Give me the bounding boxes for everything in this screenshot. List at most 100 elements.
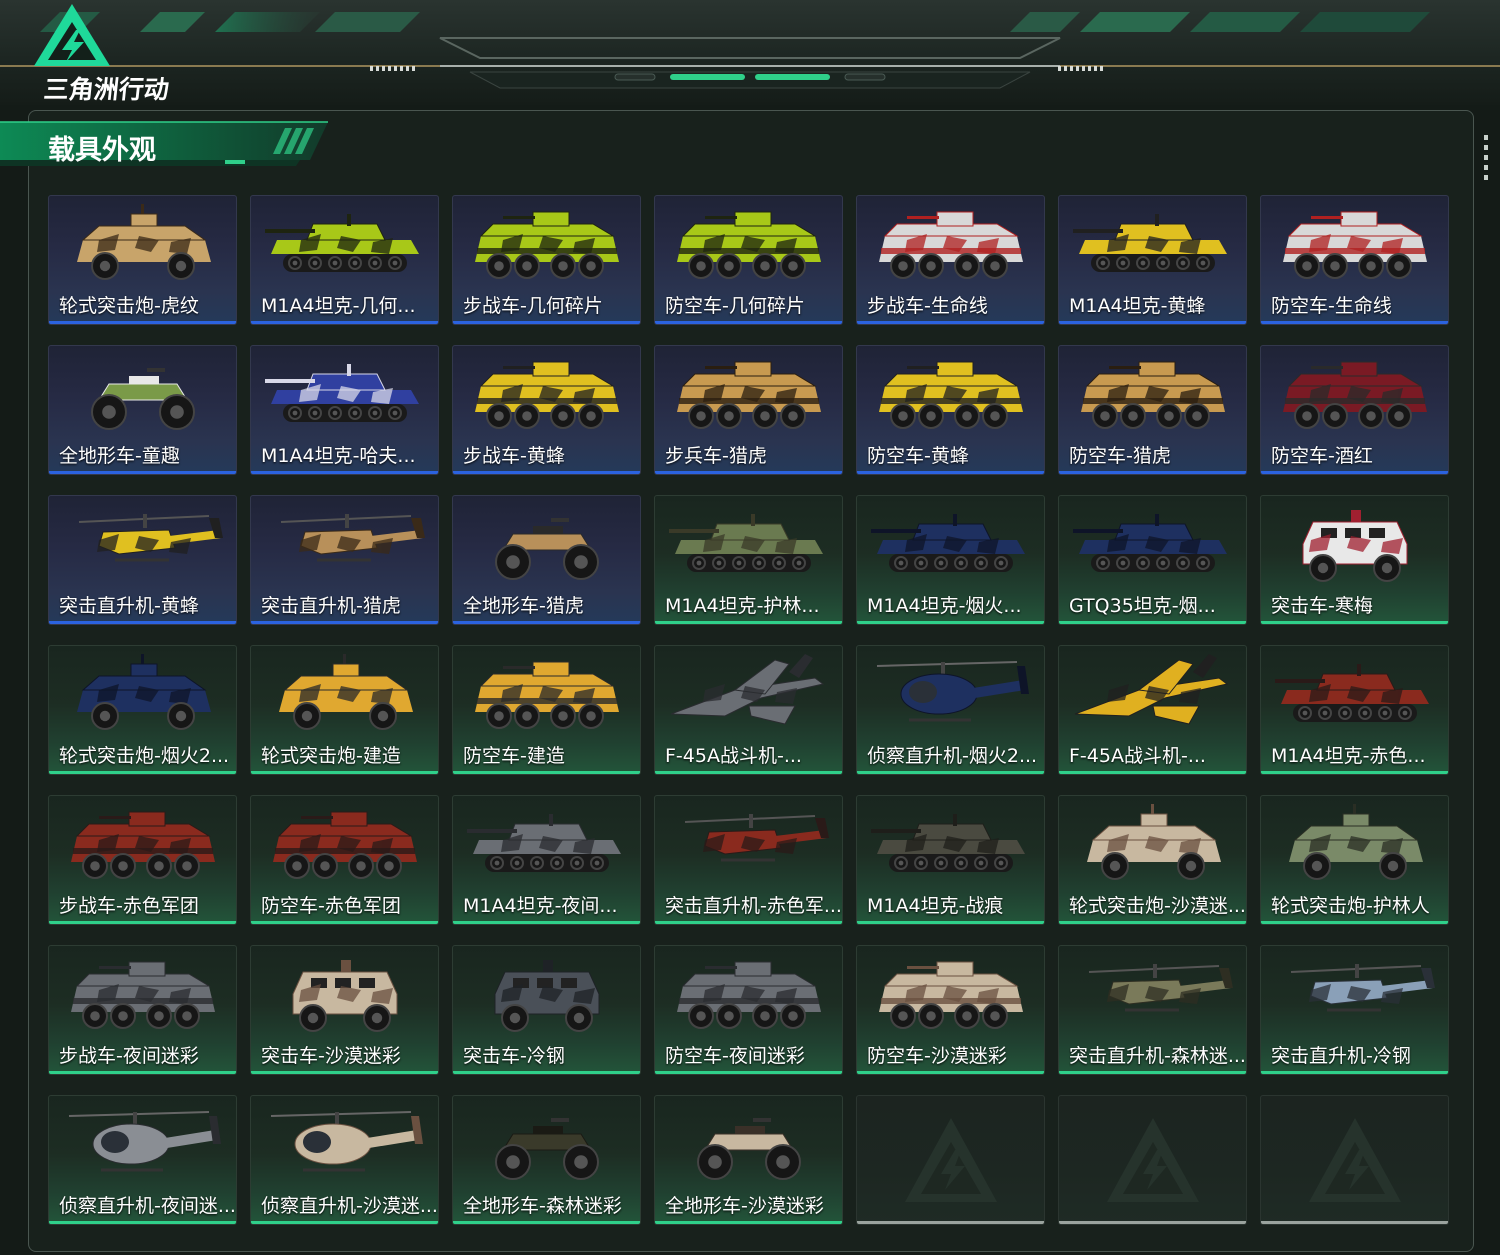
rarity-bar xyxy=(655,621,842,624)
rarity-bar xyxy=(49,471,236,474)
rarity-bar xyxy=(857,921,1044,924)
skin-card[interactable]: 突击车-冷钢 xyxy=(452,945,641,1075)
skin-card[interactable]: 步战车-生命线 xyxy=(856,195,1045,325)
rarity-bar xyxy=(453,1221,640,1224)
skin-card-label: 防空车-黄蜂 xyxy=(867,445,969,467)
skin-card[interactable]: 侦察直升机-烟火2... xyxy=(856,645,1045,775)
apc-icon xyxy=(475,361,619,429)
skin-card-label: 防空车-夜间迷彩 xyxy=(665,1045,805,1067)
rarity-bar xyxy=(251,921,438,924)
skin-card-label: 全地形车-童趣 xyxy=(59,445,180,467)
skin-card[interactable]: 侦察直升机-夜间迷... xyxy=(48,1095,237,1225)
skin-card[interactable]: 步战车-夜间迷彩 xyxy=(48,945,237,1075)
tank-icon xyxy=(871,514,1025,572)
skin-card-label: 步战车-黄蜂 xyxy=(463,445,565,467)
apc-icon xyxy=(71,811,215,879)
fighter-jet-icon xyxy=(1074,654,1229,725)
attack-helicopter-icon xyxy=(684,814,829,862)
skin-card-label: 轮式突击炮-沙漠迷... xyxy=(1069,895,1246,917)
skin-card[interactable]: 防空车-夜间迷彩 xyxy=(654,945,843,1075)
rarity-bar xyxy=(655,471,842,474)
rarity-bar xyxy=(857,321,1044,324)
skin-card[interactable]: 防空车-酒红 xyxy=(1260,345,1449,475)
skin-card-label: F-45A战斗机-... xyxy=(1069,745,1206,767)
skin-card[interactable]: 轮式突击炮-建造 xyxy=(250,645,439,775)
skin-card[interactable]: M1A4坦克-战痕 xyxy=(856,795,1045,925)
skin-card-label: M1A4坦克-烟火... xyxy=(867,595,1022,617)
skin-card[interactable]: 轮式突击炮-护林人 xyxy=(1260,795,1449,925)
rarity-bar xyxy=(251,321,438,324)
skin-card-label: 突击直升机-猎虎 xyxy=(261,595,401,617)
skin-card[interactable]: M1A4坦克-护林... xyxy=(654,495,843,625)
skin-card[interactable]: 步战车-几何碎片 xyxy=(452,195,641,325)
skin-card[interactable]: 突击直升机-冷钢 xyxy=(1260,945,1449,1075)
skin-card-label xyxy=(1271,1191,1448,1221)
skin-card[interactable]: 突击直升机-赤色军... xyxy=(654,795,843,925)
skin-card[interactable]: 步战车-赤色军团 xyxy=(48,795,237,925)
skin-card[interactable]: F-45A战斗机-... xyxy=(654,645,843,775)
skin-card-label: 突击车-冷钢 xyxy=(463,1045,565,1067)
rarity-bar xyxy=(1261,1221,1448,1224)
skin-card[interactable]: 步战车-黄蜂 xyxy=(452,345,641,475)
skin-card[interactable]: 全地形车-猎虎 xyxy=(452,495,641,625)
skin-card[interactable]: 防空车-猎虎 xyxy=(1058,345,1247,475)
skin-card-label: 步战车-赤色军团 xyxy=(59,895,199,917)
apc-icon xyxy=(879,961,1023,1029)
logo-text: 三角洲行动 xyxy=(42,75,171,104)
skin-card[interactable]: M1A4坦克-赤色... xyxy=(1260,645,1449,775)
rarity-bar xyxy=(655,921,842,924)
skin-card[interactable]: M1A4坦克-哈夫... xyxy=(250,345,439,475)
skin-card[interactable]: 全地形车-童趣 xyxy=(48,345,237,475)
apc-icon xyxy=(1081,361,1225,429)
skin-card-label: 防空车-猎虎 xyxy=(1069,445,1171,467)
assault-vehicle-icon xyxy=(1302,510,1408,582)
rarity-bar xyxy=(655,321,842,324)
skin-card[interactable]: 全地形车-森林迷彩 xyxy=(452,1095,641,1225)
skin-card-label: 轮式突击炮-烟火2... xyxy=(59,745,230,767)
apc-icon xyxy=(273,811,417,879)
rarity-bar xyxy=(1261,771,1448,774)
rarity-bar xyxy=(1261,621,1448,624)
skin-card[interactable]: M1A4坦克-夜间... xyxy=(452,795,641,925)
skin-card[interactable]: 突击车-沙漠迷彩 xyxy=(250,945,439,1075)
skin-card[interactable]: 防空车-沙漠迷彩 xyxy=(856,945,1045,1075)
skin-card[interactable]: 侦察直升机-沙漠迷... xyxy=(250,1095,439,1225)
apc-icon xyxy=(677,961,821,1029)
skin-card[interactable]: 防空车-建造 xyxy=(452,645,641,775)
skin-card[interactable]: 轮式突击炮-烟火2... xyxy=(48,645,237,775)
skin-card[interactable]: M1A4坦克-黄蜂 xyxy=(1058,195,1247,325)
skin-card[interactable]: 突击直升机-森林迷... xyxy=(1058,945,1247,1075)
skin-card[interactable]: 轮式突击炮-虎纹 xyxy=(48,195,237,325)
empty-skin-slot xyxy=(1058,1095,1247,1225)
scout-helicopter-icon xyxy=(270,1111,423,1172)
skin-card[interactable]: M1A4坦克-烟火... xyxy=(856,495,1045,625)
skin-card[interactable]: 全地形车-沙漠迷彩 xyxy=(654,1095,843,1225)
rarity-bar xyxy=(857,1221,1044,1224)
skin-card-label: 全地形车-森林迷彩 xyxy=(463,1195,622,1217)
skin-card[interactable]: F-45A战斗机-... xyxy=(1058,645,1247,775)
wheeled-vehicle-icon xyxy=(77,654,211,730)
rarity-bar xyxy=(1261,921,1448,924)
wheeled-vehicle-icon xyxy=(1087,804,1221,880)
skin-card[interactable]: GTQ35坦克-烟... xyxy=(1058,495,1247,625)
rarity-bar xyxy=(453,1071,640,1074)
skin-card[interactable]: 防空车-赤色军团 xyxy=(250,795,439,925)
skin-card[interactable]: 突击车-寒梅 xyxy=(1260,495,1449,625)
tank-icon xyxy=(669,514,823,572)
skin-card-label xyxy=(1069,1191,1246,1221)
skin-card-label: 步兵车-猎虎 xyxy=(665,445,767,467)
skin-card[interactable]: 步兵车-猎虎 xyxy=(654,345,843,475)
skin-card[interactable]: 突击直升机-猎虎 xyxy=(250,495,439,625)
apc-icon xyxy=(475,211,619,279)
rarity-bar xyxy=(1059,621,1246,624)
apc-icon xyxy=(1283,361,1427,429)
skin-card[interactable]: M1A4坦克-几何... xyxy=(250,195,439,325)
skin-card[interactable]: 轮式突击炮-沙漠迷... xyxy=(1058,795,1247,925)
skin-card[interactable]: 突击直升机-黄蜂 xyxy=(48,495,237,625)
skin-card-label: 侦察直升机-夜间迷... xyxy=(59,1195,236,1217)
skin-card-label: 轮式突击炮-护林人 xyxy=(1271,895,1430,917)
rarity-bar xyxy=(655,1221,842,1224)
skin-card[interactable]: 防空车-生命线 xyxy=(1260,195,1449,325)
skin-card[interactable]: 防空车-黄蜂 xyxy=(856,345,1045,475)
skin-card[interactable]: 防空车-几何碎片 xyxy=(654,195,843,325)
